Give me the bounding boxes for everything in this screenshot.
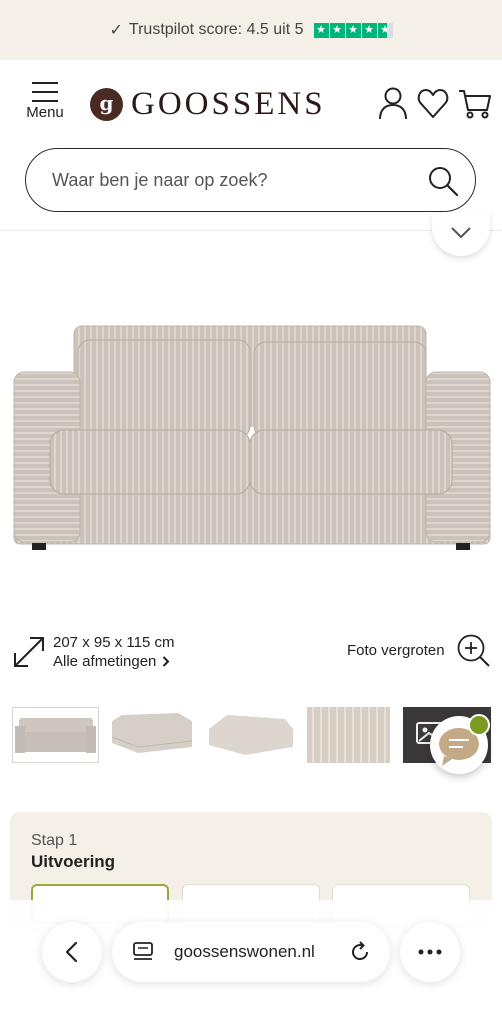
thumbnail-1[interactable] [12,707,99,763]
zoom-in-icon[interactable] [456,633,490,672]
thumbnail-3[interactable] [205,707,295,763]
hamburger-icon [32,82,58,84]
back-icon [65,941,78,963]
chevron-heart-icon [451,227,471,239]
logo-wordmark: GOOSSENS [131,85,326,122]
star-icon: ★ [361,22,377,38]
thumbnail-2[interactable] [108,707,196,763]
header-divider [0,230,502,231]
goossens-logo[interactable]: g GOOSSENS [90,84,326,124]
hamburger-icon-line [32,91,58,93]
search-icon[interactable] [427,165,459,202]
trustpilot-bar: ✓ Trustpilot score: 4.5 uit 5 ★ ★ ★ ★ ★ [0,0,502,60]
search-bar[interactable] [25,148,476,212]
menu-button[interactable]: Menu [22,82,68,126]
heart-icon[interactable] [417,86,449,120]
reload-icon [352,941,369,961]
trustpilot-score-text: Trustpilot score: 4.5 uit 5 [128,21,304,38]
star-icon: ★ [329,22,345,38]
trustpilot-stars: ★ ★ ★ ★ ★ [313,22,393,38]
search-input[interactable] [50,149,414,212]
online-status-dot [468,714,490,736]
thumbnail-4[interactable] [307,707,390,763]
zoom-photo-label[interactable]: Foto vergroten [347,642,445,659]
all-dimensions-link[interactable]: Alle afmetingen [53,652,174,671]
step-title: Uitvoering [31,852,116,871]
expand-arrow-icon [12,635,46,674]
hamburger-icon-line [32,100,58,102]
product-image-sofa[interactable] [6,300,496,562]
address-bar[interactable]: goossenswonen.nl [112,922,390,982]
header-actions [378,86,492,120]
logo-mark: g [90,87,123,121]
dimensions-text: 207 x 95 x 115 cm [53,634,175,651]
star-icon: ★ [345,22,361,38]
chat-button[interactable] [430,714,490,774]
step-label: Stap 1 [31,832,78,849]
tabs-icon [133,942,153,960]
url-text: goossenswonen.nl [174,942,315,961]
star-icon: ★ [313,22,329,38]
star-half-icon: ★ [377,22,393,38]
chevron-right-icon [163,656,170,667]
all-dimensions-label: Alle afmetingen [53,653,157,670]
more-icon [418,949,442,955]
back-button[interactable] [42,922,102,982]
cart-icon[interactable] [458,86,492,120]
check-icon: ✓ [109,22,123,39]
menu-label: Menu [26,104,64,121]
dimensions-block: 207 x 95 x 115 cm Alle afmetingen [53,633,174,671]
account-icon[interactable] [378,86,408,120]
favorite-button[interactable] [432,212,490,256]
more-options-button[interactable] [400,922,460,982]
